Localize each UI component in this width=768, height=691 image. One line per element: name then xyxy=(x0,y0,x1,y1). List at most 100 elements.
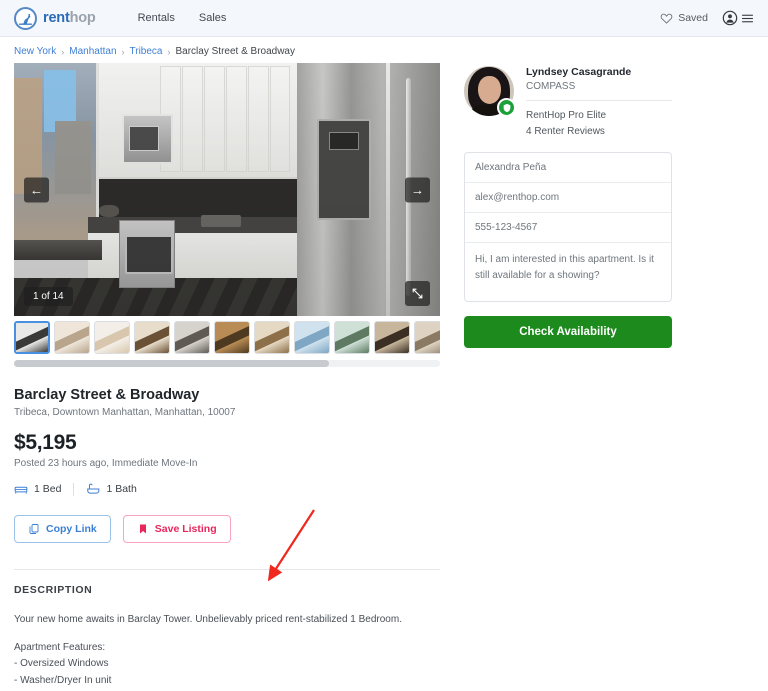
listing-specs: 1 Bed 1 Bath xyxy=(14,482,440,496)
thumbnail-image xyxy=(255,322,289,353)
verified-shield-icon xyxy=(502,103,512,113)
storage-thumbnail[interactable] xyxy=(214,321,250,354)
page-content: ← → 1 of 14 Barclay St xyxy=(0,63,768,691)
bookmark-icon xyxy=(137,523,149,535)
thumbnail-image xyxy=(16,323,48,352)
nav-item-sales[interactable]: Sales xyxy=(199,12,227,24)
lounge-thumbnail[interactable] xyxy=(254,321,290,354)
copy-link-label: Copy Link xyxy=(46,523,97,535)
copy-link-button[interactable]: Copy Link xyxy=(14,515,111,543)
photo-counter: 1 of 14 xyxy=(24,287,73,306)
description-intro: Your new home awaits in Barclay Tower. U… xyxy=(14,612,440,629)
thumbnail-image xyxy=(335,322,369,353)
listing-page: renthop Rentals Sales Saved xyxy=(0,0,768,691)
listing-price: $5,195 xyxy=(14,431,440,455)
description-body: Your new home awaits in Barclay Tower. U… xyxy=(14,612,440,691)
arrow-right-icon: → xyxy=(411,183,424,196)
breadcrumb-item-manhattan[interactable]: Manhattan xyxy=(69,46,116,57)
gym-thumbnail[interactable] xyxy=(174,321,210,354)
logo-text: renthop xyxy=(43,10,96,26)
thumbnail-image xyxy=(175,322,209,353)
breadcrumb-separator: › xyxy=(168,47,171,57)
listing-info: Barclay Street & Broadway Tribeca, Downt… xyxy=(14,367,440,691)
nav-item-rentals[interactable]: Rentals xyxy=(138,12,175,24)
entry-thumbnail[interactable] xyxy=(414,321,440,354)
agent-reviews[interactable]: 4 Renter Reviews xyxy=(526,124,672,140)
living-room-thumbnail[interactable] xyxy=(54,321,90,354)
save-listing-label: Save Listing xyxy=(155,523,217,535)
hallway-thumbnail[interactable] xyxy=(374,321,410,354)
main-nav: Rentals Sales xyxy=(138,12,227,24)
thumbnail-image xyxy=(375,322,409,353)
spec-divider xyxy=(73,483,74,496)
heart-icon xyxy=(660,12,673,25)
listing-address: Tribeca, Downtown Manhattan, Manhattan, … xyxy=(14,407,440,418)
scrollbar-thumb[interactable] xyxy=(14,360,329,367)
breadcrumb-item-new-york[interactable]: New York xyxy=(14,46,56,57)
listing-main-column: ← → 1 of 14 Barclay St xyxy=(14,63,440,691)
header-actions: Saved xyxy=(660,10,754,26)
site-header: renthop Rentals Sales Saved xyxy=(0,0,768,37)
logo-hop-text: hop xyxy=(70,10,96,26)
account-icon xyxy=(722,10,738,26)
bath-spec: 1 Bath xyxy=(86,482,136,496)
kitchen-photo xyxy=(14,63,297,316)
kitchen-thumbnail[interactable] xyxy=(14,321,50,354)
listing-posted-info: Posted 23 hours ago, Immediate Move-In xyxy=(14,458,440,469)
bed-icon xyxy=(14,482,28,496)
phone-field[interactable]: 555-123-4567 xyxy=(465,213,671,243)
hamburger-menu-icon[interactable] xyxy=(741,12,754,25)
breadcrumb: New York › Manhattan › Tribeca › Barclay… xyxy=(0,37,768,63)
section-divider xyxy=(14,569,440,570)
gallery-next-button[interactable]: → xyxy=(405,177,430,202)
save-listing-button[interactable]: Save Listing xyxy=(123,515,231,543)
agent-tier: RentHop Pro Elite xyxy=(526,108,672,124)
name-field[interactable]: Alexandra Peña xyxy=(465,153,671,183)
breadcrumb-item-tribeca[interactable]: Tribeca xyxy=(130,46,163,57)
gallery-current-photo xyxy=(14,63,440,316)
lobby-thumbnail[interactable] xyxy=(134,321,170,354)
account-menu-button[interactable] xyxy=(722,10,754,26)
thumbnail-scrollbar[interactable] xyxy=(14,360,440,367)
check-availability-button[interactable]: Check Availability xyxy=(464,316,672,348)
status-badge xyxy=(497,98,516,117)
thumbnail-strip[interactable] xyxy=(14,321,440,354)
agent-name: Lyndsey Casagrande xyxy=(526,66,672,78)
bedroom-thumbnail[interactable] xyxy=(94,321,130,354)
bath-label: 1 Bath xyxy=(106,483,136,495)
description-heading: DESCRIPTION xyxy=(14,584,440,596)
saved-button[interactable]: Saved xyxy=(660,12,708,25)
breadcrumb-separator: › xyxy=(61,47,64,57)
renthop-logo[interactable]: renthop xyxy=(14,7,96,30)
renthop-kangaroo-icon xyxy=(14,7,37,30)
thumbnail-image xyxy=(415,322,440,353)
thumbnail-image xyxy=(215,322,249,353)
avatar xyxy=(464,66,514,116)
breadcrumb-item-current: Barclay Street & Broadway xyxy=(176,46,296,57)
gallery-prev-button[interactable]: ← xyxy=(24,177,49,202)
email-field[interactable]: alex@renthop.com xyxy=(465,183,671,213)
thumbnail-image xyxy=(55,322,89,353)
contact-sidebar: Lyndsey Casagrande COMPASS RentHop Pro E… xyxy=(464,63,672,348)
pool-thumbnail[interactable] xyxy=(294,321,330,354)
bed-spec: 1 Bed xyxy=(14,482,61,496)
gallery-expand-button[interactable] xyxy=(405,281,430,306)
thumbnail-image xyxy=(295,322,329,353)
feature-item: - Washer/Dryer In unit xyxy=(14,673,440,690)
breadcrumb-separator: › xyxy=(122,47,125,57)
logo-rent-text: rent xyxy=(43,10,70,26)
agent-company: COMPASS xyxy=(526,81,672,92)
expand-icon xyxy=(411,287,424,300)
bathtub-icon xyxy=(86,482,100,496)
agent-divider xyxy=(526,100,672,101)
bed-label: 1 Bed xyxy=(34,483,61,495)
page-title: Barclay Street & Broadway xyxy=(14,387,440,403)
photo-gallery[interactable]: ← → 1 of 14 xyxy=(14,63,440,316)
agent-card: Lyndsey Casagrande COMPASS RentHop Pro E… xyxy=(464,66,672,139)
copy-icon xyxy=(28,523,40,535)
thumbnail-image xyxy=(135,322,169,353)
message-field[interactable]: Hi, I am interested in this apartment. I… xyxy=(465,243,671,301)
listing-actions: Copy Link Save Listing xyxy=(14,515,440,543)
contact-form: Alexandra Peña alex@renthop.com 555-123-… xyxy=(464,152,672,302)
terrace-thumbnail[interactable] xyxy=(334,321,370,354)
